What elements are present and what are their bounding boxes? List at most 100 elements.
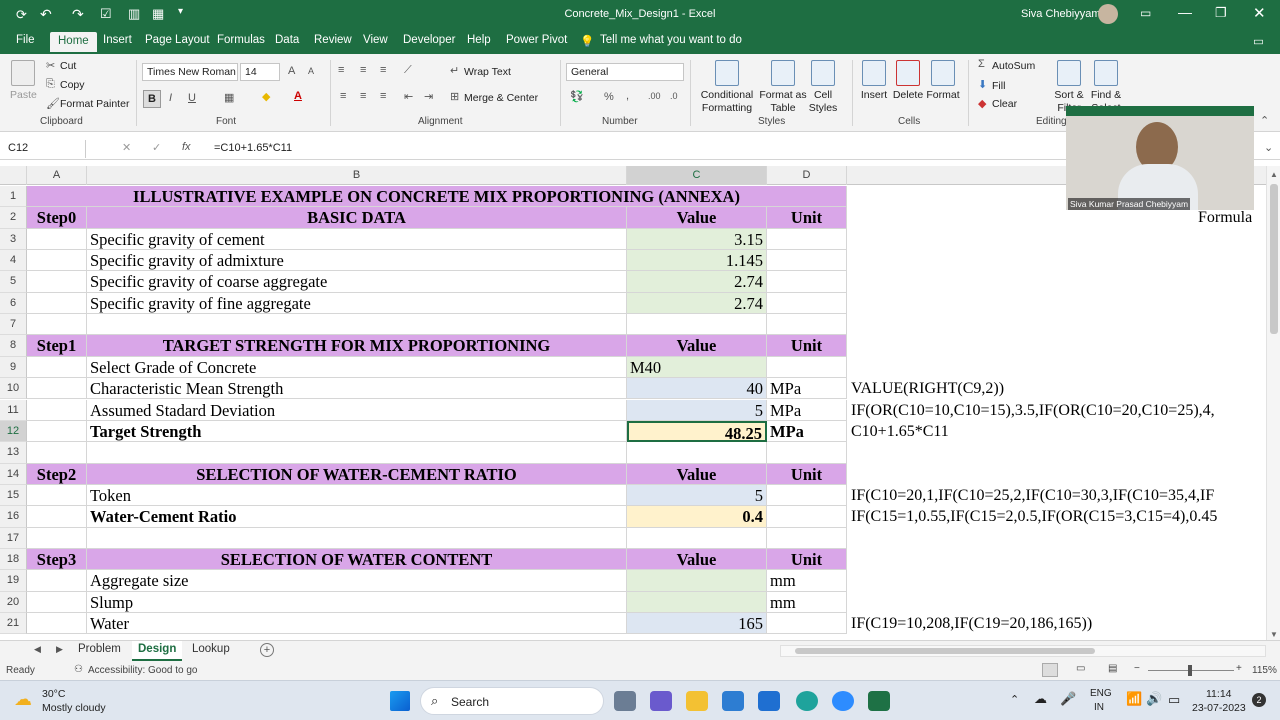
menu-power-pivot[interactable]: Power Pivot: [506, 34, 567, 46]
wifi-icon[interactable]: 📶: [1126, 691, 1142, 707]
undo-icon[interactable]: ↶: [40, 6, 52, 23]
align-bottom-icon[interactable]: ≡: [380, 64, 386, 76]
cancel-icon[interactable]: ✕: [122, 141, 131, 154]
expand-formula-icon[interactable]: ⌄: [1264, 141, 1273, 154]
lang-eng[interactable]: ENG: [1090, 688, 1112, 699]
cell-c20[interactable]: [627, 591, 767, 613]
accessibility-icon[interactable]: ⚇: [74, 664, 83, 675]
font-size-combo[interactable]: 14: [240, 63, 280, 81]
cell-d8[interactable]: Unit: [767, 335, 847, 357]
cell-a12[interactable]: [27, 420, 87, 443]
column-header-c[interactable]: C: [627, 166, 767, 185]
cell-d14[interactable]: Unit: [767, 463, 847, 485]
cell-d2[interactable]: Unit: [767, 207, 847, 229]
cell-c10[interactable]: 40: [627, 378, 767, 400]
row-header[interactable]: 15: [0, 484, 27, 507]
normal-view-icon[interactable]: [1042, 663, 1058, 677]
minimize-icon[interactable]: —: [1178, 4, 1192, 20]
cell-a17[interactable]: [27, 527, 87, 549]
cell-c2[interactable]: Value: [627, 207, 767, 229]
cut-button[interactable]: Cut: [60, 60, 76, 72]
cell-c17[interactable]: [627, 527, 767, 549]
menu-formulas[interactable]: Formulas: [217, 34, 265, 46]
weather-icon[interactable]: ☁: [14, 689, 32, 710]
cell-b3[interactable]: Specific gravity of cement: [87, 228, 627, 251]
cell-d3[interactable]: [767, 228, 847, 251]
edge-icon[interactable]: [796, 691, 818, 711]
vertical-scrollbar[interactable]: ▲ ▼: [1266, 166, 1280, 640]
cell-a5[interactable]: [27, 271, 87, 293]
align-center-icon[interactable]: ≡: [360, 90, 366, 102]
cell-b18[interactable]: SELECTION OF WATER CONTENT: [87, 548, 627, 571]
cell-d11[interactable]: MPa: [767, 399, 847, 421]
weather-desc[interactable]: Mostly cloudy: [42, 702, 106, 714]
cell-b14[interactable]: SELECTION OF WATER-CEMENT RATIO: [87, 463, 627, 485]
accounting-icon[interactable]: 💱: [570, 90, 584, 103]
start-icon[interactable]: [390, 691, 410, 711]
cell-b16[interactable]: Water-Cement Ratio: [87, 506, 627, 528]
row-header[interactable]: 13: [0, 442, 27, 464]
fill-button[interactable]: Fill: [992, 80, 1005, 92]
decrease-indent-icon[interactable]: ⇤: [404, 90, 413, 103]
sheet-tab-design[interactable]: Design: [132, 641, 183, 661]
insert-cells-button[interactable]: Insert: [858, 60, 890, 102]
menu-developer[interactable]: Developer: [403, 34, 455, 46]
cell-d17[interactable]: [767, 527, 847, 549]
user-name[interactable]: Siva Chebiyyam: [1021, 8, 1100, 20]
borders-icon[interactable]: ▦: [224, 91, 234, 104]
zoom-out-icon[interactable]: −: [1134, 663, 1140, 674]
font-color-icon[interactable]: A: [294, 90, 302, 102]
row-header[interactable]: 17: [0, 527, 27, 549]
formula-note-2[interactable]: Formula: [1198, 207, 1252, 228]
scroll-thumb[interactable]: [1270, 184, 1278, 334]
cell-d20[interactable]: mm: [767, 591, 847, 613]
row-header[interactable]: 10: [0, 378, 27, 400]
task-view-icon[interactable]: [614, 691, 636, 711]
row-header[interactable]: 19: [0, 570, 27, 592]
cell-a6[interactable]: [27, 292, 87, 315]
row-header[interactable]: 4: [0, 250, 27, 272]
cell-c3[interactable]: 3.15: [627, 228, 767, 251]
redo-icon[interactable]: ↷: [72, 6, 84, 23]
volume-icon[interactable]: 🔊: [1146, 691, 1162, 707]
file-explorer-icon[interactable]: [686, 691, 708, 711]
menu-page-layout[interactable]: Page Layout: [145, 34, 210, 46]
format-as-table-button[interactable]: Format as Table: [758, 60, 808, 115]
row-header[interactable]: 18: [0, 548, 27, 571]
row-header[interactable]: 3: [0, 228, 27, 251]
row-header[interactable]: 14: [0, 463, 27, 485]
formula-note-21[interactable]: IF(C19=10,208,IF(C19=20,186,165)): [851, 613, 1092, 634]
formula-note-10[interactable]: VALUE(RIGHT(C9,2)): [851, 378, 1004, 399]
menu-data[interactable]: Data: [275, 34, 299, 46]
font-name-combo[interactable]: Times New Roman: [142, 63, 238, 81]
cell-a7[interactable]: [27, 314, 87, 336]
customize-qat-icon[interactable]: ▾: [178, 6, 183, 17]
row-header[interactable]: 21: [0, 613, 27, 635]
notification-badge[interactable]: 2: [1252, 693, 1266, 707]
battery-icon[interactable]: ▭: [1168, 692, 1180, 708]
cell-d4[interactable]: [767, 250, 847, 272]
row-header[interactable]: 16: [0, 506, 27, 528]
increase-decimal-icon[interactable]: .00: [648, 91, 661, 101]
cell-d15[interactable]: [767, 484, 847, 507]
accessibility-status[interactable]: Accessibility: Good to go: [88, 665, 198, 676]
cell-d5[interactable]: [767, 271, 847, 293]
comma-icon[interactable]: ,: [626, 90, 629, 102]
menu-help[interactable]: Help: [467, 34, 491, 46]
autosave-icon[interactable]: ⟳: [16, 7, 27, 23]
increase-font-icon[interactable]: A: [288, 65, 295, 77]
cell-b5[interactable]: Specific gravity of coarse aggregate: [87, 271, 627, 293]
cell-a16[interactable]: [27, 506, 87, 528]
orientation-icon[interactable]: ⟋: [404, 64, 412, 77]
formula-input[interactable]: =C10+1.65*C11: [214, 142, 292, 154]
row-header[interactable]: 5: [0, 271, 27, 293]
cell-a21[interactable]: [27, 613, 87, 635]
row-header[interactable]: 12: [0, 420, 27, 443]
cell-a13[interactable]: [27, 442, 87, 464]
cell-a20[interactable]: [27, 591, 87, 613]
underline-button[interactable]: U: [188, 92, 196, 104]
delete-cells-button[interactable]: Delete: [892, 60, 924, 102]
weather-temp[interactable]: 30°C: [42, 688, 65, 700]
increase-indent-icon[interactable]: ⇥: [424, 90, 433, 103]
cell-a11[interactable]: [27, 399, 87, 421]
